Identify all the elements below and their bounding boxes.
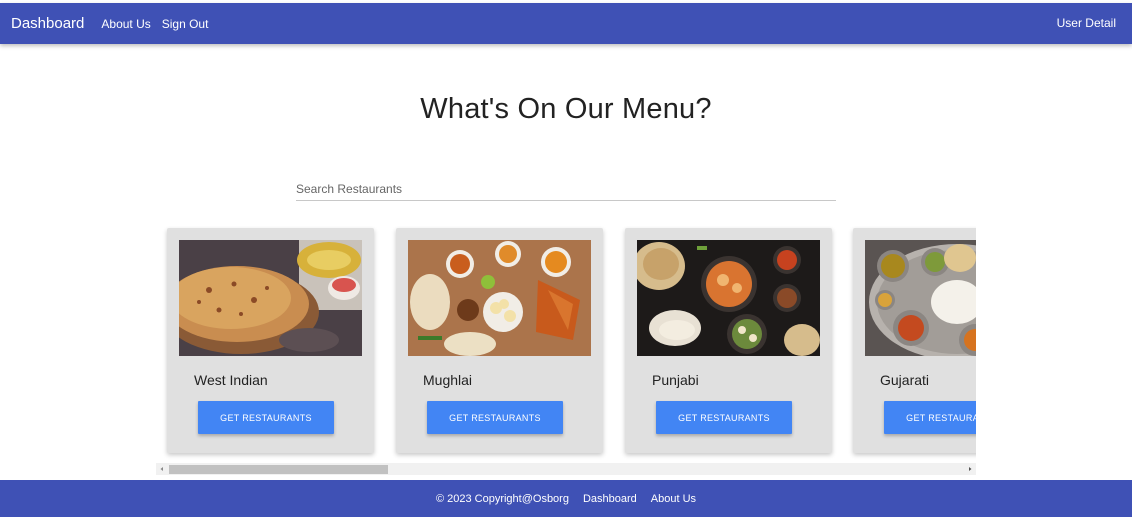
cuisine-card-scroller: West Indian GET RESTAURANTS Mughlai GET … bbox=[156, 226, 976, 462]
nav-link-about-us[interactable]: About Us bbox=[101, 17, 150, 31]
cuisine-image-gujarati bbox=[865, 240, 976, 356]
cuisine-card: West Indian GET RESTAURANTS bbox=[167, 228, 374, 453]
cuisine-title: Punjabi bbox=[652, 372, 699, 388]
get-restaurants-button[interactable]: GET RESTAURANTS bbox=[884, 401, 976, 434]
get-restaurants-button[interactable]: GET RESTAURANTS bbox=[198, 401, 334, 434]
nav-link-sign-out[interactable]: Sign Out bbox=[162, 17, 209, 31]
cuisine-title: West Indian bbox=[194, 372, 268, 388]
cuisine-card: Punjabi GET RESTAURANTS bbox=[625, 228, 832, 453]
footer: © 2023 Copyright@Osborg Dashboard About … bbox=[0, 480, 1132, 517]
cuisine-image-west-indian bbox=[179, 240, 362, 356]
top-navbar: Dashboard About Us Sign Out User Detail bbox=[0, 3, 1132, 44]
nav-brand-dashboard[interactable]: Dashboard bbox=[11, 15, 84, 32]
footer-link-dashboard[interactable]: Dashboard bbox=[583, 493, 637, 505]
footer-link-about-us[interactable]: About Us bbox=[651, 493, 696, 505]
cuisine-image-punjabi bbox=[637, 240, 820, 356]
cuisine-card: Gujarati GET RESTAURANTS bbox=[853, 228, 976, 453]
cuisine-image-mughlai bbox=[408, 240, 591, 356]
horizontal-scrollbar[interactable] bbox=[156, 463, 976, 475]
scroll-left-arrow-icon[interactable] bbox=[156, 463, 168, 475]
scroll-right-arrow-icon[interactable] bbox=[964, 463, 976, 475]
cuisine-title: Mughlai bbox=[423, 372, 473, 388]
get-restaurants-button[interactable]: GET RESTAURANTS bbox=[427, 401, 563, 434]
page-title: What's On Our Menu? bbox=[420, 93, 712, 125]
search-input[interactable] bbox=[296, 177, 836, 201]
get-restaurants-button[interactable]: GET RESTAURANTS bbox=[656, 401, 792, 434]
cuisine-title: Gujarati bbox=[880, 372, 930, 388]
cuisine-card: Mughlai GET RESTAURANTS bbox=[396, 228, 603, 453]
nav-link-user-detail[interactable]: User Detail bbox=[1057, 16, 1116, 30]
scrollbar-thumb[interactable] bbox=[169, 465, 388, 474]
footer-copyright: © 2023 Copyright@Osborg bbox=[435, 492, 569, 505]
